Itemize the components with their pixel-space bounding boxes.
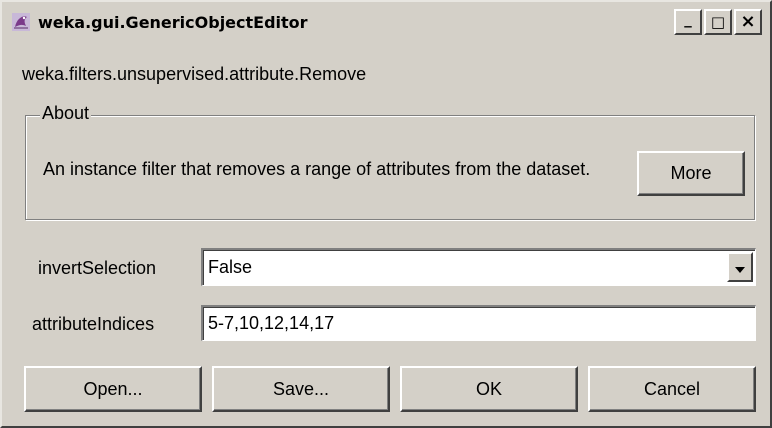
ok-button[interactable]: OK bbox=[400, 366, 578, 412]
generic-object-editor-window: weka.gui.GenericObjectEditor _ □ × weka.… bbox=[0, 0, 772, 428]
cancel-button-label: Cancel bbox=[643, 378, 701, 399]
window-controls: _ □ × bbox=[674, 9, 762, 35]
open-button-label: Open... bbox=[83, 378, 143, 399]
invert-selection-value: False bbox=[208, 257, 253, 277]
about-legend: About bbox=[40, 103, 92, 124]
save-button[interactable]: Save... bbox=[212, 366, 390, 412]
property-label-invert-selection: invertSelection bbox=[38, 258, 157, 278]
attribute-indices-input[interactable]: 5-7,10,12,14,17 bbox=[201, 305, 756, 341]
more-button[interactable]: More bbox=[637, 151, 745, 196]
maximize-button[interactable]: □ bbox=[704, 9, 732, 35]
save-button-label: Save... bbox=[272, 378, 330, 399]
open-button[interactable]: Open... bbox=[24, 366, 202, 412]
weka-bird-icon bbox=[10, 11, 32, 33]
attribute-indices-value: 5-7,10,12,14,17 bbox=[208, 313, 335, 333]
window-title: weka.gui.GenericObjectEditor bbox=[38, 12, 308, 32]
maximize-icon: □ bbox=[710, 12, 726, 31]
title-bar[interactable]: weka.gui.GenericObjectEditor _ □ × bbox=[4, 4, 768, 40]
close-icon: × bbox=[740, 11, 756, 32]
more-button-label: More bbox=[670, 163, 712, 183]
invert-selection-dropdown[interactable]: False bbox=[201, 248, 756, 286]
ok-button-label: OK bbox=[475, 378, 502, 399]
class-name-label: weka.filters.unsupervised.attribute.Remo… bbox=[22, 64, 367, 84]
close-button[interactable]: × bbox=[734, 9, 762, 35]
minimize-icon: _ bbox=[684, 9, 692, 28]
cancel-button[interactable]: Cancel bbox=[588, 366, 756, 412]
about-panel: About An instance filter that removes a … bbox=[25, 103, 755, 220]
property-label-attribute-indices: attributeIndices bbox=[32, 314, 155, 334]
minimize-button[interactable]: _ bbox=[674, 9, 702, 35]
about-description: An instance filter that removes a range … bbox=[43, 159, 591, 179]
chevron-down-icon bbox=[735, 257, 745, 278]
dropdown-arrow-button[interactable] bbox=[727, 252, 753, 282]
